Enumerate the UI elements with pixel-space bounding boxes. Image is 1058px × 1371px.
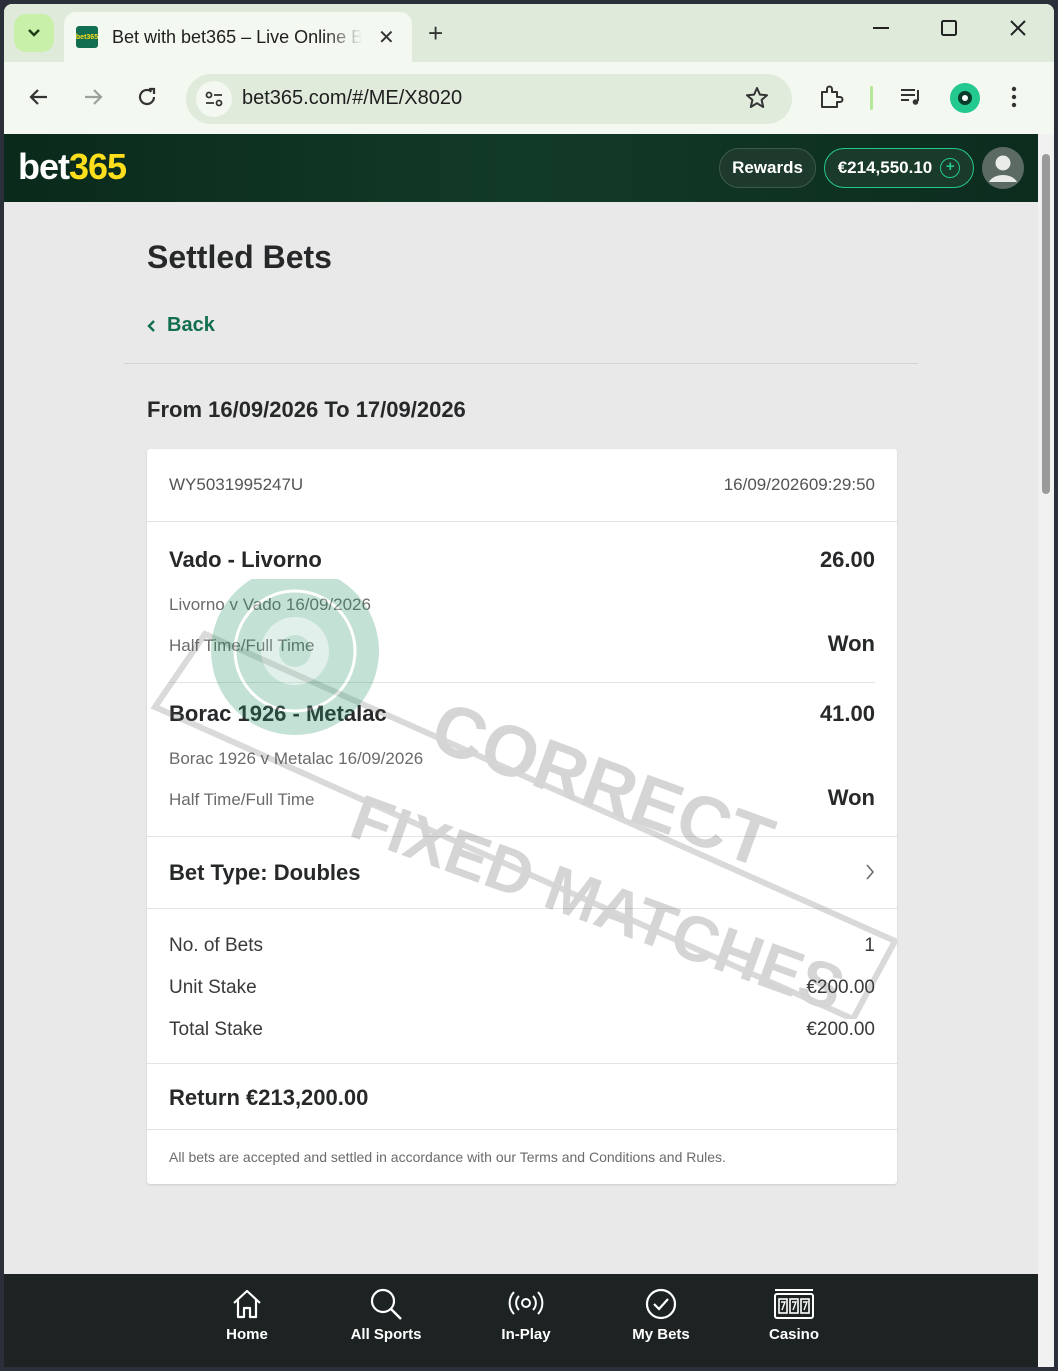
media-playlist-icon[interactable] [898, 84, 924, 115]
nav-my-bets[interactable]: My Bets [611, 1286, 711, 1343]
unit-stake-value: €200.00 [806, 977, 875, 998]
bet-date: 16/09/2026 [723, 475, 809, 494]
chevron-down-icon [28, 29, 40, 37]
slot-machine-icon [774, 1289, 814, 1319]
kebab-menu-icon[interactable] [1010, 84, 1018, 115]
browser-window: bet365 Bet with bet365 – Live Online Bet… [4, 4, 1054, 1367]
card-divider [147, 836, 897, 837]
nav-label: In-Play [501, 1326, 551, 1343]
tab-search-button[interactable] [14, 14, 54, 52]
date-range-heading: From 16/09/2026 To 17/09/2026 [147, 397, 466, 422]
search-icon [370, 1288, 402, 1320]
selection-market: Half Time/Full Time [169, 790, 315, 809]
balance-button[interactable]: €214,550.10 + [824, 148, 974, 188]
check-circle-icon [645, 1288, 677, 1320]
maximize-icon[interactable] [940, 18, 958, 44]
card-divider [147, 521, 897, 522]
extensions-icon[interactable] [818, 84, 844, 115]
selection-result: Won [827, 631, 875, 656]
tab-bar: bet365 Bet with bet365 – Live Online Bet… [4, 4, 1054, 62]
bet-time: 09:29:50 [808, 475, 875, 494]
nav-label: My Bets [632, 1326, 690, 1343]
no-of-bets-value: 1 [864, 935, 875, 956]
bottom-nav: Home All Sports In-Play My Bets Casino [4, 1274, 1038, 1367]
nav-label: Home [226, 1326, 268, 1343]
selection-divider [169, 682, 875, 683]
card-divider [147, 1129, 897, 1130]
nav-label: Casino [768, 1326, 819, 1343]
browser-tab[interactable]: bet365 Bet with bet365 – Live Online Bet… [64, 12, 412, 62]
nav-home[interactable]: Home [197, 1286, 297, 1343]
nav-all-sports[interactable]: All Sports [336, 1286, 436, 1343]
window-close-icon[interactable] [1008, 18, 1028, 44]
nav-in-play[interactable]: In-Play [476, 1286, 576, 1343]
bet-timestamp: 16/09/202609:29:50 [724, 475, 875, 495]
browser-toolbar: bet365.com/#/ME/X8020 [4, 62, 1054, 134]
back-label: Back [167, 314, 215, 336]
selection-name: Borac 1926 - Metalac [169, 701, 387, 726]
selection-fixture: Livorno v Vado 16/09/2026 [169, 595, 371, 614]
bookmark-star-icon[interactable] [744, 85, 770, 116]
terms-text: All bets are accepted and settled in acc… [169, 1149, 726, 1165]
card-divider [147, 1063, 897, 1064]
page-title: Settled Bets [147, 239, 332, 275]
nav-label: All Sports [350, 1326, 422, 1343]
total-stake-label: Total Stake [169, 1019, 263, 1040]
tab-title: Bet with bet365 – Live Online Betting [112, 26, 362, 47]
selection-result: Won [827, 785, 875, 810]
home-icon [233, 1289, 261, 1319]
site-header: bet365 Rewards €214,550.10 + [4, 134, 1038, 202]
total-stake-value: €200.00 [806, 1019, 875, 1040]
scroll-thumb[interactable] [1042, 154, 1050, 494]
bet365-page: bet365 Rewards €214,550.10 + Settled Bet… [4, 134, 1038, 1367]
back-link[interactable]: Back [147, 314, 215, 337]
broadcast-icon [508, 1291, 544, 1315]
toolbar-separator [870, 86, 873, 110]
new-tab-button[interactable]: + [428, 20, 443, 46]
reload-icon[interactable] [132, 82, 162, 112]
selection-odds: 41.00 [819, 701, 875, 726]
bet-type-row[interactable]: Bet Type: Doubles [169, 860, 361, 886]
unit-stake-label: Unit Stake [169, 977, 257, 998]
add-funds-icon: + [940, 158, 961, 178]
nav-casino[interactable]: Casino [744, 1286, 844, 1343]
chevron-left-icon [147, 319, 155, 332]
forward-arrow-icon[interactable] [78, 82, 108, 112]
page-scrollbar[interactable] [1038, 134, 1054, 1367]
rewards-button[interactable]: Rewards [719, 148, 816, 188]
bet-reference: WY5031995247U [169, 475, 304, 494]
url-text[interactable]: bet365.com/#/ME/X8020 [242, 87, 462, 110]
return-amount: Return €213,200.00 [169, 1085, 369, 1110]
close-icon[interactable]: ✕ [378, 25, 395, 50]
settled-bet-card: WY5031995247U 16/09/202609:29:50 Vado - … [147, 449, 897, 1184]
bet365-favicon: bet365 [76, 26, 98, 48]
address-bar[interactable]: bet365.com/#/ME/X8020 [186, 74, 792, 124]
selection-name: Vado - Livorno [169, 547, 322, 572]
profile-avatar-icon[interactable] [950, 83, 980, 113]
account-avatar-icon[interactable] [982, 147, 1024, 189]
header-divider [124, 363, 918, 364]
selection-odds: 26.00 [819, 547, 875, 572]
balance-amount: €214,550.10 [837, 158, 933, 177]
bet365-logo[interactable]: bet365 [18, 146, 127, 188]
minimize-icon[interactable] [872, 18, 890, 44]
chevron-right-icon[interactable] [865, 863, 875, 886]
back-arrow-icon[interactable] [24, 82, 54, 112]
card-divider [147, 908, 897, 909]
no-of-bets-label: No. of Bets [169, 935, 263, 956]
site-settings-icon[interactable] [196, 81, 232, 117]
selection-market: Half Time/Full Time [169, 636, 315, 655]
selection-fixture: Borac 1926 v Metalac 16/09/2026 [169, 749, 424, 768]
